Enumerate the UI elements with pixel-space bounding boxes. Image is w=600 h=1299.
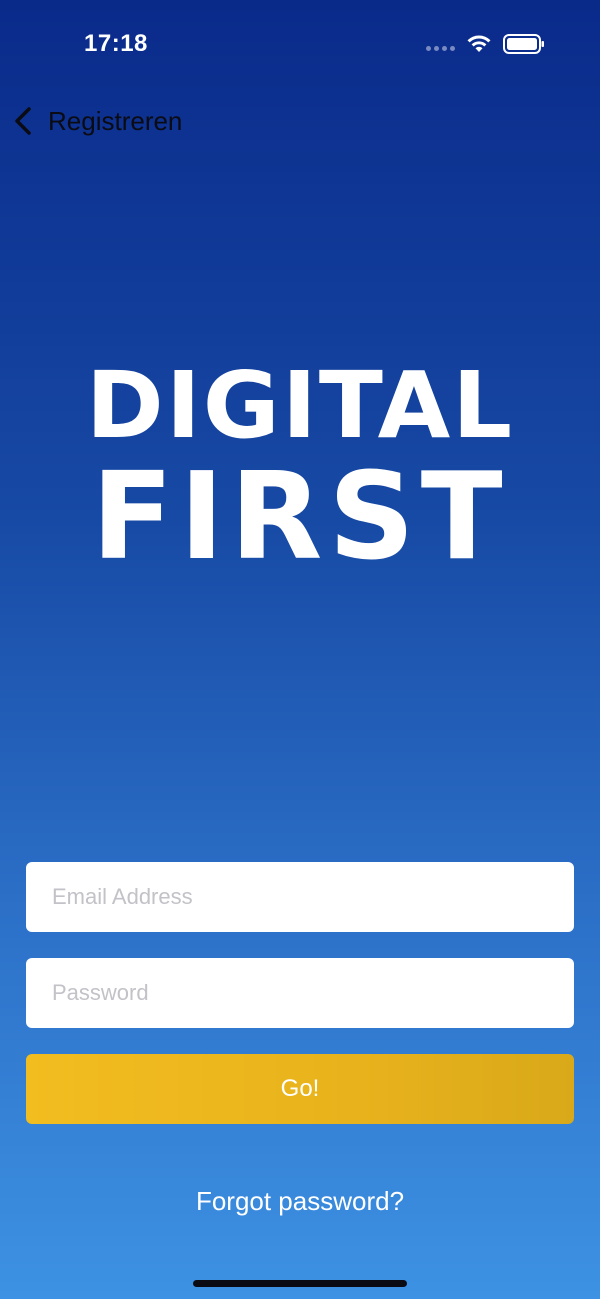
status-time: 17:18 xyxy=(84,30,148,57)
back-label: Registreren xyxy=(48,105,183,136)
chevron-left-icon xyxy=(15,107,31,135)
email-field[interactable] xyxy=(26,862,574,932)
battery-icon xyxy=(503,34,544,54)
status-bar: 17:18 xyxy=(0,0,600,90)
logo-line-2: FIRST xyxy=(91,448,509,587)
cellular-dots-icon xyxy=(426,46,455,51)
logo-line-1: DIGITAL xyxy=(85,352,515,459)
home-indicator xyxy=(193,1280,407,1287)
app-logo: DIGITAL FIRST xyxy=(0,360,600,578)
wifi-icon xyxy=(467,35,491,52)
password-field[interactable] xyxy=(26,958,574,1028)
forgot-password-link[interactable]: Forgot password? xyxy=(0,1186,600,1217)
submit-button[interactable]: Go! xyxy=(26,1054,574,1124)
back-button[interactable]: Registreren xyxy=(12,100,182,142)
